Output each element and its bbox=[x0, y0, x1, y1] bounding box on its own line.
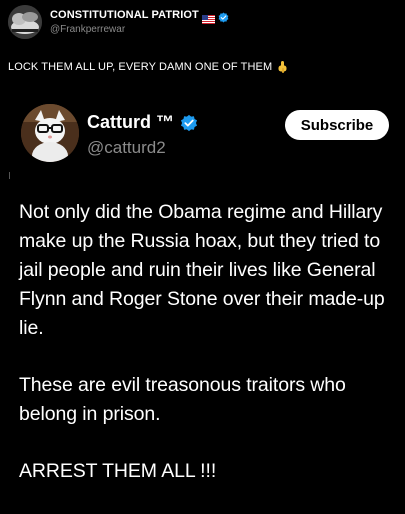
avatar-image bbox=[8, 5, 42, 39]
post-header: CONSTITUTIONAL PATRIOT @Frankperrewar bbox=[8, 5, 398, 39]
handle[interactable]: @catturd2 bbox=[87, 138, 166, 158]
tweet-paragraph: ARREST THEM ALL !!! bbox=[19, 460, 217, 482]
quoted-post-card: Catturd ™ @catturd2 Subscribe Not only d… bbox=[5, 92, 405, 512]
us-flag-icon bbox=[201, 11, 215, 24]
avatar[interactable] bbox=[8, 5, 42, 39]
caption-text: LOCK THEM ALL UP, EVERY DAMN ONE OF THEM bbox=[8, 61, 273, 73]
display-name[interactable]: Catturd ™ bbox=[87, 112, 174, 133]
post-caption: LOCK THEM ALL UP, EVERY DAMN ONE OF THEM bbox=[8, 61, 288, 73]
divider bbox=[9, 172, 10, 179]
display-name-row: Catturd ™ bbox=[87, 112, 198, 133]
subscribe-button[interactable]: Subscribe bbox=[285, 110, 389, 140]
display-name-row: CONSTITUTIONAL PATRIOT bbox=[50, 9, 229, 24]
avatar[interactable] bbox=[21, 104, 79, 162]
verified-badge-icon bbox=[180, 114, 198, 132]
tweet-paragraph: Not only did the Obama regime and Hillar… bbox=[19, 201, 385, 339]
cat-avatar-image bbox=[21, 104, 79, 162]
tweet-text: Not only did the Obama regime and Hillar… bbox=[19, 198, 389, 514]
pointing-down-hand-icon bbox=[277, 61, 288, 73]
tweet-paragraph: These are evil treasonous traitors who b… bbox=[19, 374, 346, 425]
verified-badge-icon bbox=[218, 10, 229, 22]
display-name[interactable]: CONSTITUTIONAL PATRIOT bbox=[50, 9, 199, 21]
handle[interactable]: @Frankperrewar bbox=[50, 24, 125, 35]
